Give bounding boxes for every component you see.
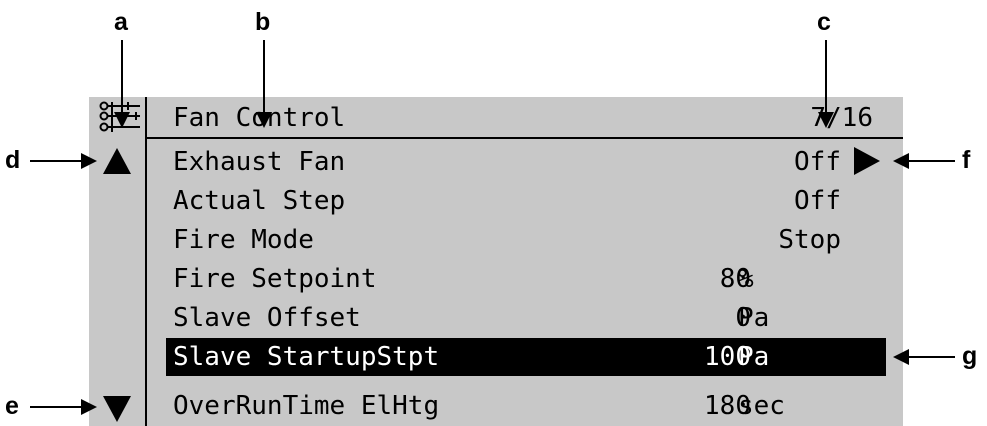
callout-arrows: [30, 40, 955, 415]
